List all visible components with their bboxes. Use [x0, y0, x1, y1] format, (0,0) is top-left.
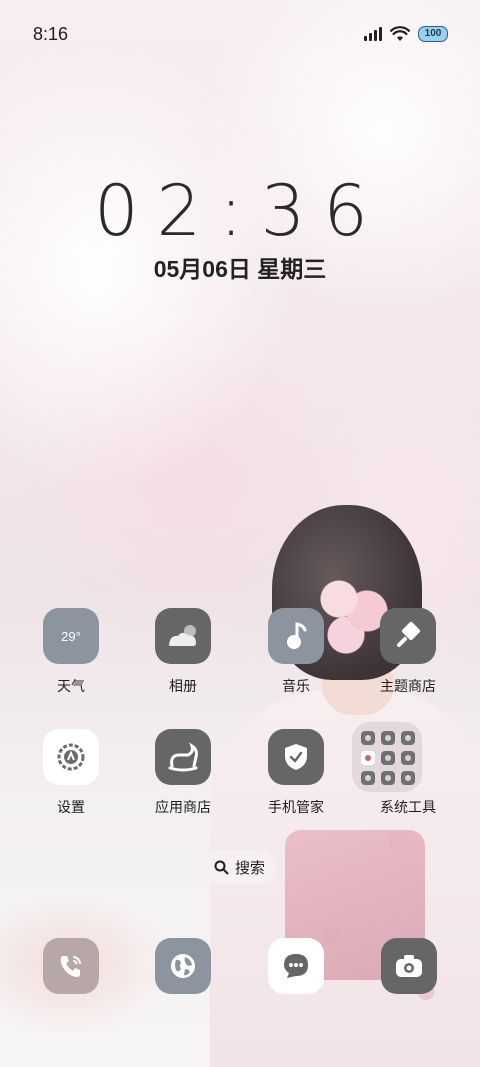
theme-store-icon[interactable] [380, 608, 436, 664]
signal-icon [364, 27, 382, 41]
app-label: 主题商店 [380, 678, 436, 694]
app-label: 天气 [57, 678, 85, 694]
browser-icon[interactable] [155, 938, 211, 994]
app-label: 系统工具 [380, 799, 436, 815]
camera-icon[interactable] [381, 938, 437, 994]
app-label: 相册 [169, 678, 197, 694]
status-icons: 100 [364, 24, 448, 44]
dock-messages[interactable] [268, 938, 324, 994]
app-theme-store[interactable]: 主题商店 [352, 608, 464, 696]
search-label: 搜索 [234, 859, 265, 877]
app-folder-system-tools[interactable]: 系统工具 [352, 722, 464, 817]
wifi-icon [390, 26, 410, 41]
app-store-icon[interactable] [155, 729, 211, 785]
app-phone-manager[interactable]: 手机管家 [240, 729, 352, 817]
app-weather[interactable]: 29° 天气 [15, 608, 127, 696]
status-bar: 8:16 100 [0, 0, 480, 64]
phone-icon[interactable] [43, 938, 99, 994]
music-icon[interactable] [268, 608, 324, 664]
clock-date[interactable]: 05月06日 星期三 [0, 250, 480, 284]
app-app-store[interactable]: 应用商店 [127, 729, 239, 817]
app-label: 应用商店 [155, 799, 211, 815]
phone-manager-icon[interactable] [268, 729, 324, 785]
status-time: 8:16 [33, 24, 69, 44]
weather-icon[interactable]: 29° [43, 608, 99, 664]
weather-temp: 29° [61, 628, 81, 644]
app-label: 设置 [57, 799, 85, 815]
search-icon [214, 860, 229, 874]
gallery-icon[interactable] [155, 608, 211, 664]
dock-phone[interactable] [43, 938, 99, 994]
clock-time[interactable]: 02:36 [0, 170, 480, 252]
dock-camera[interactable] [381, 938, 437, 994]
messages-icon[interactable] [268, 938, 324, 994]
search-button[interactable]: 搜索 [202, 850, 277, 884]
settings-icon[interactable] [43, 729, 99, 785]
folder-icon[interactable] [352, 722, 422, 792]
app-label: 手机管家 [268, 799, 324, 815]
battery-icon: 100 [418, 26, 448, 42]
app-settings[interactable]: 设置 [15, 729, 127, 817]
app-label: 音乐 [282, 678, 310, 694]
dock-browser[interactable] [155, 938, 211, 994]
app-gallery[interactable]: 相册 [127, 608, 239, 696]
app-music[interactable]: 音乐 [240, 608, 352, 696]
